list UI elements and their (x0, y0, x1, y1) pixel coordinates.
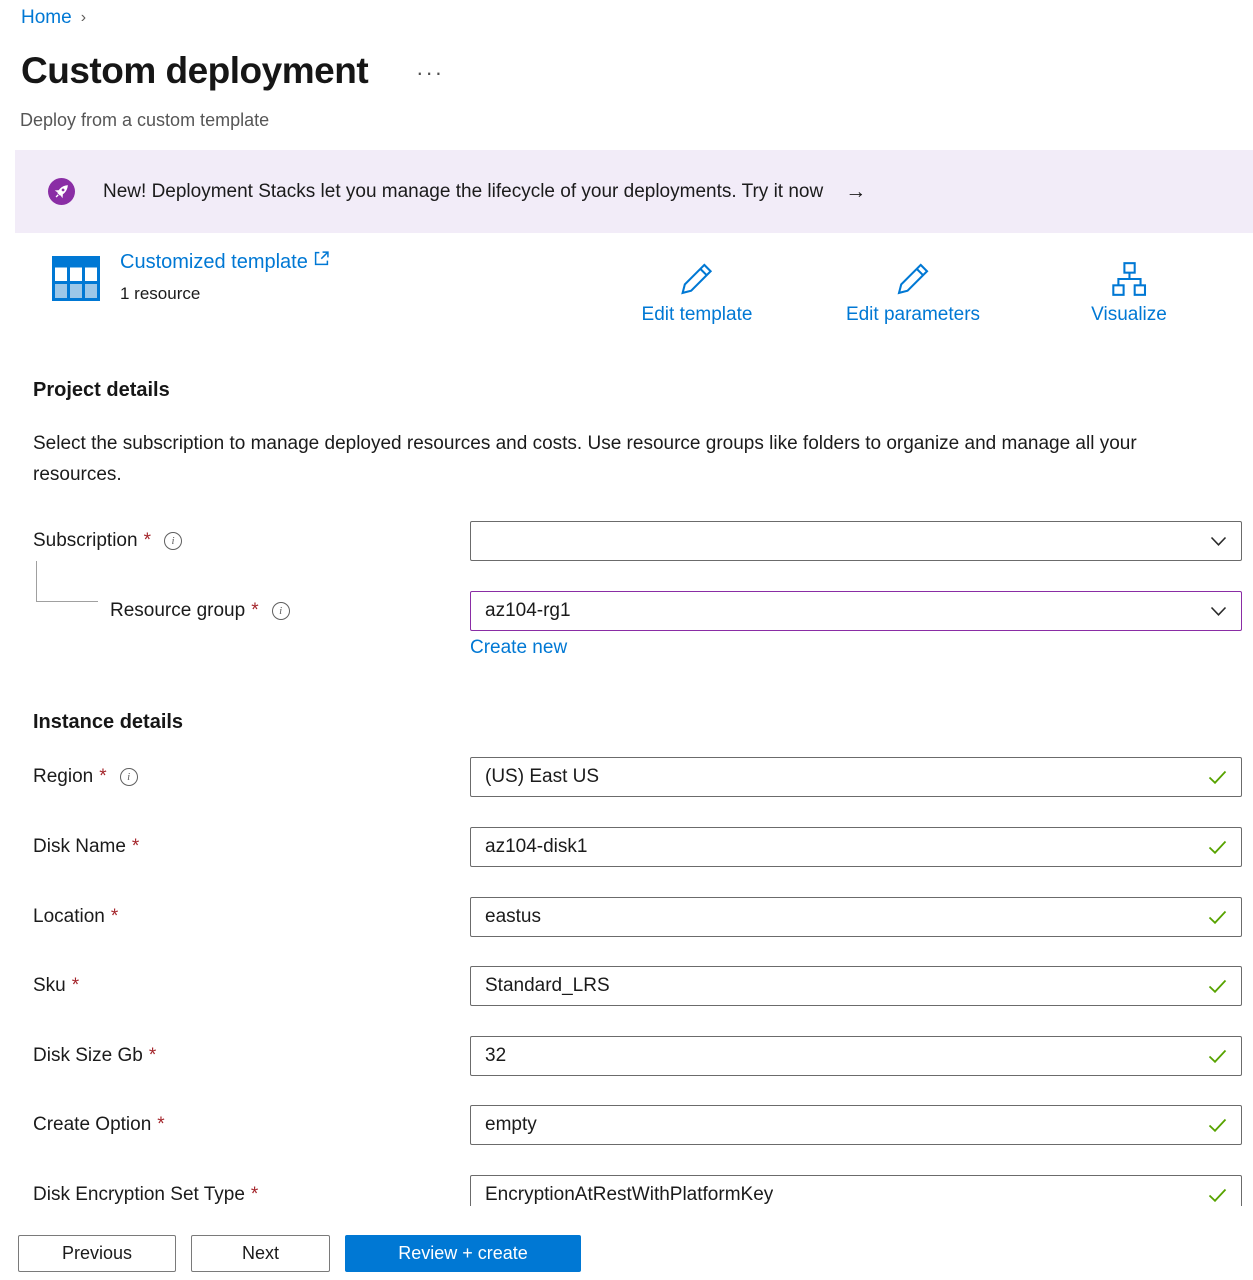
location-label: Location * (33, 906, 118, 928)
required-marker: * (149, 1045, 156, 1067)
pencil-icon (678, 260, 716, 298)
banner-arrow-icon[interactable]: → (845, 180, 866, 204)
checkmark-icon (1208, 1049, 1227, 1063)
rocket-icon (48, 178, 75, 205)
banner-text: New! Deployment Stacks let you manage th… (103, 181, 823, 203)
create-option-input[interactable]: empty (470, 1105, 1242, 1145)
required-marker: * (251, 600, 258, 622)
resource-group-label: Resource group * i (110, 600, 290, 622)
checkmark-icon (1208, 840, 1227, 854)
location-input[interactable]: eastus (470, 897, 1242, 937)
breadcrumb: Home › (21, 7, 86, 29)
custom-deployment-page: Home › Custom deployment ··· Deploy from… (0, 0, 1253, 1280)
project-details-description: Select the subscription to manage deploy… (33, 428, 1183, 490)
chevron-down-icon (1210, 606, 1227, 617)
deployment-stacks-banner[interactable]: New! Deployment Stacks let you manage th… (15, 150, 1253, 233)
org-chart-icon (1110, 260, 1148, 298)
edit-template-label: Edit template (642, 304, 753, 326)
previous-button[interactable]: Previous (18, 1235, 176, 1272)
disk-encryption-set-type-label: Disk Encryption Set Type * (33, 1184, 258, 1206)
edit-template-button[interactable]: Edit template (642, 258, 753, 326)
instance-details-heading: Instance details (33, 711, 183, 734)
more-options-button[interactable]: ··· (416, 60, 444, 86)
create-new-link[interactable]: Create new (470, 637, 567, 659)
required-marker: * (132, 836, 139, 858)
template-resource-count: 1 resource (120, 284, 200, 304)
subscription-label: Subscription * i (33, 530, 182, 552)
project-details-heading: Project details (33, 379, 170, 402)
page-subtitle: Deploy from a custom template (20, 110, 269, 131)
resource-group-value: az104-rg1 (485, 600, 571, 622)
checkmark-icon (1208, 1188, 1227, 1202)
disk-size-label: Disk Size Gb * (33, 1045, 156, 1067)
location-row: Location * eastus (0, 897, 1253, 937)
visualize-label: Visualize (1091, 304, 1167, 326)
external-link-icon (314, 251, 329, 266)
region-input[interactable]: (US) East US (470, 757, 1242, 797)
subscription-dropdown[interactable] (470, 521, 1242, 561)
info-icon[interactable]: i (120, 768, 138, 786)
required-marker: * (99, 766, 106, 788)
edit-parameters-label: Edit parameters (846, 304, 980, 326)
required-marker: * (144, 530, 151, 552)
sku-label: Sku * (33, 975, 79, 997)
required-marker: * (157, 1114, 164, 1136)
disk-name-input[interactable]: az104-disk1 (470, 827, 1242, 867)
sku-input[interactable]: Standard_LRS (470, 966, 1242, 1006)
resource-group-row: Resource group * i az104-rg1 (0, 591, 1253, 631)
subscription-row: Subscription * i (0, 521, 1253, 561)
template-grid-icon (52, 256, 100, 301)
visualize-button[interactable]: Visualize (1091, 258, 1167, 326)
customized-template-link[interactable]: Customized template (120, 251, 329, 274)
info-icon[interactable]: i (272, 602, 290, 620)
checkmark-icon (1208, 979, 1227, 993)
disk-name-row: Disk Name * az104-disk1 (0, 827, 1253, 867)
template-name: Customized template (120, 251, 308, 274)
breadcrumb-separator: › (81, 9, 86, 27)
disk-size-row: Disk Size Gb * 32 (0, 1036, 1253, 1076)
info-icon[interactable]: i (164, 532, 182, 550)
wizard-footer: Previous Next Review + create (0, 1206, 1253, 1280)
disk-name-label: Disk Name * (33, 836, 139, 858)
page-title: Custom deployment (21, 50, 368, 92)
create-option-label: Create Option * (33, 1114, 165, 1136)
create-option-row: Create Option * empty (0, 1105, 1253, 1145)
required-marker: * (111, 906, 118, 928)
checkmark-icon (1208, 1118, 1227, 1132)
checkmark-icon (1208, 910, 1227, 924)
breadcrumb-home-link[interactable]: Home (21, 7, 72, 29)
edit-parameters-button[interactable]: Edit parameters (846, 258, 980, 326)
checkmark-icon (1208, 770, 1227, 784)
next-button[interactable]: Next (191, 1235, 330, 1272)
disk-size-input[interactable]: 32 (470, 1036, 1242, 1076)
region-label: Region * i (33, 766, 138, 788)
review-create-button[interactable]: Review + create (345, 1235, 581, 1272)
chevron-down-icon (1210, 536, 1227, 547)
required-marker: * (72, 975, 79, 997)
required-marker: * (251, 1184, 258, 1206)
pencil-icon (894, 260, 932, 298)
region-row: Region * i (US) East US (0, 757, 1253, 797)
resource-group-dropdown[interactable]: az104-rg1 (470, 591, 1242, 631)
sku-row: Sku * Standard_LRS (0, 966, 1253, 1006)
